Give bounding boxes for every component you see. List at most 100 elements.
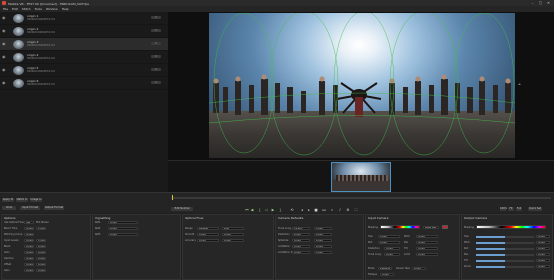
clip-badge[interactable]: 1 — [151, 68, 161, 71]
out-roll-slider[interactable] — [476, 248, 534, 250]
yaw-field[interactable]: 0.000 — [378, 234, 400, 238]
input-focal-field[interactable]: 0.000 — [384, 252, 400, 256]
zoom-full-button[interactable]: Full — [516, 207, 522, 211]
zoom-100-button[interactable]: 100% — [500, 207, 507, 211]
step-forward-icon[interactable]: ▸ — [307, 208, 311, 212]
out-pitch-slider[interactable] — [476, 242, 534, 244]
step-back-icon[interactable]: ◂ — [300, 208, 304, 212]
clip-badge[interactable]: 1 — [151, 81, 161, 84]
mark-out-icon[interactable]: ] — [278, 208, 282, 212]
filmstrip-thumbnail[interactable] — [331, 162, 391, 192]
out-tilt-field[interactable]: 0.000 — [536, 258, 550, 262]
limitation-extra-field[interactable]: 0.000 — [314, 244, 332, 248]
black-extra-field[interactable]: 0.000 — [36, 244, 46, 248]
menu-help[interactable]: Help — [62, 7, 69, 11]
pitch-field[interactable]: 0.000 — [416, 234, 438, 238]
out-zoom-slider[interactable] — [476, 266, 534, 268]
mask-select[interactable]: Mask Left — [423, 225, 439, 229]
clip-row[interactable]: ◉ origin 4 000000:000000f:0:0:0 1 — [0, 51, 168, 64]
loop-icon[interactable]: ⟲ — [290, 208, 294, 212]
go-end-icon[interactable]: ⏭ — [322, 208, 326, 212]
focal-long-field[interactable]: 19.885 — [292, 226, 310, 230]
out-yaw-slider[interactable] — [476, 236, 534, 238]
input-format-button[interactable]: Input Format — [20, 206, 40, 210]
maximize-button[interactable]: □ — [538, 1, 543, 5]
blend-time-field[interactable]: 0.000 — [24, 226, 34, 230]
auto-extra-field[interactable]: 0.000 — [36, 250, 46, 254]
out-yaw-field[interactable]: 0.000 — [536, 234, 550, 238]
clip-badge[interactable]: 1 — [151, 16, 161, 19]
eye-icon[interactable]: ◉ — [2, 81, 7, 85]
edit-mode-select[interactable]: Edit Normal — [171, 207, 193, 211]
menu-stitch[interactable]: Stitch — [22, 7, 31, 11]
gain-field[interactable]: 0.000 — [24, 268, 34, 272]
ref2-field[interactable]: 0.000 — [108, 226, 138, 230]
pan-field[interactable]: 0.000 — [416, 240, 438, 244]
offset-extra-field[interactable]: 0.000 — [36, 262, 46, 266]
out-pan-field[interactable]: 0.000 — [536, 252, 550, 256]
mode-select[interactable]: Defaults — [378, 266, 392, 270]
roll-field[interactable]: 0.000 — [378, 240, 400, 244]
limitation-2-extra-field[interactable]: 0.000 — [314, 250, 332, 254]
spherize-field[interactable]: 0.000 — [292, 238, 310, 242]
accuracy-extra-field[interactable]: 0.000 — [222, 238, 244, 242]
stitching-curve-field[interactable]: 0.000 — [24, 232, 34, 236]
tilt-field[interactable]: 0.000 — [416, 246, 438, 250]
clip-row[interactable]: ◉ origin 3 000000:000000f:0:0:0 1 — [0, 38, 168, 51]
range-select[interactable]: Largest — [197, 226, 219, 230]
out-roll-field[interactable]: 0.000 — [536, 246, 550, 250]
use-optical-flow-field[interactable]: Yes — [24, 220, 34, 224]
output-color-gradient[interactable] — [476, 225, 546, 229]
clip-row[interactable]: ◉ origin 1 000000:000000f:0:0:0 1 — [0, 12, 168, 25]
mark-in-icon[interactable]: [ — [258, 208, 262, 212]
accuracy-field[interactable]: 0.000 — [197, 238, 219, 242]
out-zoom-field[interactable]: 0.000 — [536, 264, 550, 268]
stop-icon[interactable]: ■ — [314, 208, 318, 212]
out-pan-slider[interactable] — [476, 254, 534, 256]
smooth-field[interactable]: 0.000 — [197, 232, 219, 236]
range-extra-select[interactable]: Low — [222, 226, 244, 230]
spherize-extra-field[interactable]: 0.000 — [314, 238, 332, 242]
menu-tools[interactable]: Tools — [35, 7, 42, 11]
limit-field[interactable]: 0.000 — [416, 252, 438, 256]
menu-edit[interactable]: Edit — [12, 7, 18, 11]
close-button[interactable]: ✕ — [546, 1, 551, 5]
out-pitch-field[interactable]: 0.000 — [536, 240, 550, 244]
gamma-extra-field[interactable]: 0.000 — [36, 256, 46, 260]
play-icon[interactable]: ▶ — [271, 208, 275, 212]
zoom-fit-button[interactable]: Fit — [508, 207, 514, 211]
undo-button[interactable]: Undo — [2, 206, 16, 210]
ref3-field[interactable]: 0.000 — [108, 232, 138, 236]
out-tilt-slider[interactable] — [476, 260, 534, 262]
menu-window[interactable]: Window — [46, 7, 58, 11]
auto-field[interactable]: 0.000 — [24, 250, 34, 254]
go-start-icon[interactable]: ⏮ — [245, 208, 249, 212]
eye-icon[interactable]: ◉ — [2, 55, 7, 59]
image-in-button[interactable]: Image In — [30, 198, 42, 202]
timeline-playhead[interactable] — [172, 195, 173, 200]
sensor-size-field[interactable]: 0.000 — [412, 266, 426, 270]
ref1-field[interactable]: 0.000 — [108, 220, 138, 224]
clip-badge[interactable]: 1 — [151, 55, 161, 58]
mask-color-swatch[interactable] — [442, 225, 448, 229]
distortion-field[interactable]: 0.000 — [292, 232, 310, 236]
eye-icon[interactable]: ◉ — [2, 42, 7, 46]
eye-icon[interactable]: ◉ — [2, 16, 7, 20]
audio-icon[interactable]: ♪ — [338, 208, 342, 212]
blend-time-extra-field[interactable]: 1.000 — [36, 226, 46, 230]
clip-row[interactable]: ◉ origin 6 000000:000000f:0:0:0 1 — [0, 77, 168, 90]
eye-icon[interactable]: ◉ — [2, 68, 7, 72]
prev-frame-icon[interactable]: ◀ — [250, 208, 254, 212]
gain-extra-field[interactable]: 0.000 — [36, 268, 46, 272]
apply-to-button[interactable]: Apply To — [2, 198, 14, 202]
input-levels-field[interactable]: 0.000 — [24, 238, 34, 242]
offset-field[interactable]: 0.000 — [24, 262, 34, 266]
match-in-button[interactable]: Match In — [16, 198, 28, 202]
fisheye-field[interactable]: 0.000 — [380, 272, 394, 276]
limitation-field[interactable]: 0.000 — [292, 244, 310, 248]
settings-icon[interactable]: ⚙ — [346, 208, 350, 212]
input-distortion-field[interactable]: 0.000 — [384, 246, 400, 250]
gamma-field[interactable]: 0.000 — [24, 256, 34, 260]
distortion-extra-field[interactable]: 0.000 — [314, 232, 332, 236]
menu-file[interactable]: File — [3, 7, 8, 11]
